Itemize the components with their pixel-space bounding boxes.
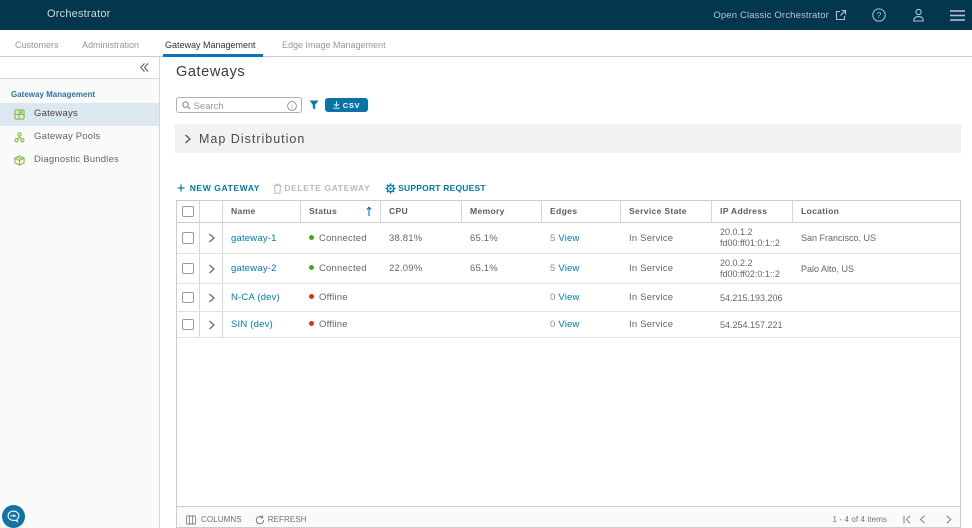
svg-text:?: ? xyxy=(877,10,882,20)
svg-text:i: i xyxy=(291,104,293,111)
